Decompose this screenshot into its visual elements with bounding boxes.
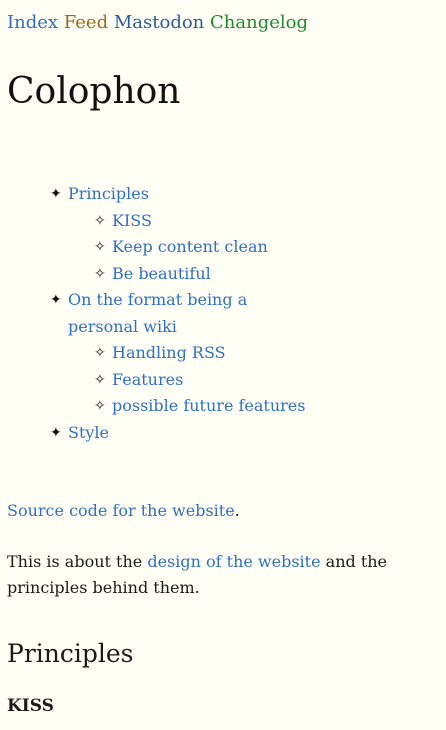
source-period: . xyxy=(234,501,240,520)
toc-list: ✦ Principles ✧ KISS ✧ Keep content clean… xyxy=(50,181,380,446)
intro-text-before: This is about the xyxy=(7,552,148,571)
nav-link-changelog[interactable]: Changelog xyxy=(210,12,308,33)
toc-link-principles[interactable]: Principles xyxy=(68,184,149,203)
star-outline-bullet-icon: ✧ xyxy=(94,371,106,388)
toc-sublist-format: ✧ Handling RSS ✧ Features ✧ possible fut… xyxy=(94,340,380,420)
source-code-link[interactable]: Source code for the website xyxy=(7,501,235,520)
toc-link-format-personal-wiki[interactable]: On the format being a personal wiki xyxy=(68,287,258,340)
toc-item-principles: ✦ Principles ✧ KISS ✧ Keep content clean… xyxy=(50,181,380,287)
source-paragraph: Source code for the website. xyxy=(7,498,407,524)
top-nav: Index Feed Mastodon Changelog xyxy=(7,11,308,35)
page: Index Feed Mastodon Changelog Colophon ✦… xyxy=(0,0,446,730)
toc-link-handling-rss[interactable]: Handling RSS xyxy=(112,343,226,362)
toc-link-keep-content-clean[interactable]: Keep content clean xyxy=(112,237,268,256)
table-of-contents: ✦ Principles ✧ KISS ✧ Keep content clean… xyxy=(50,181,380,446)
toc-subitem: ✧ KISS xyxy=(94,208,380,235)
star-bullet-icon: ✦ xyxy=(50,186,62,202)
page-title: Colophon xyxy=(7,71,181,112)
toc-link-features[interactable]: Features xyxy=(112,370,183,389)
subsection-heading-kiss: KISS xyxy=(7,696,54,716)
nav-link-index[interactable]: Index xyxy=(7,12,58,33)
toc-link-possible-future-features[interactable]: possible future features xyxy=(112,396,305,415)
toc-link-be-beautiful[interactable]: Be beautiful xyxy=(112,264,211,283)
design-link[interactable]: design of the website xyxy=(147,552,320,571)
star-outline-bullet-icon: ✧ xyxy=(94,345,106,361)
star-bullet-icon: ✦ xyxy=(50,424,62,441)
toc-link-kiss[interactable]: KISS xyxy=(112,211,152,230)
nav-link-feed[interactable]: Feed xyxy=(64,12,108,33)
star-outline-bullet-icon: ✧ xyxy=(94,212,106,229)
toc-sublist-principles: ✧ KISS ✧ Keep content clean ✧ Be beautif… xyxy=(94,208,380,288)
star-outline-bullet-icon: ✧ xyxy=(94,239,106,255)
section-heading-principles: Principles xyxy=(7,639,134,668)
toc-link-style[interactable]: Style xyxy=(68,423,109,442)
star-bullet-icon: ✦ xyxy=(50,292,62,308)
toc-item-format: ✦ On the format being a personal wiki ✧ … xyxy=(50,287,380,420)
star-outline-bullet-icon: ✧ xyxy=(94,398,106,414)
nav-link-mastodon[interactable]: Mastodon xyxy=(114,12,204,33)
toc-subitem: ✧ Features xyxy=(94,367,380,394)
toc-subitem: ✧ Keep content clean xyxy=(94,234,380,261)
toc-item-style: ✦ Style xyxy=(50,420,380,447)
intro-paragraph: This is about the design of the website … xyxy=(7,549,407,601)
star-outline-bullet-icon: ✧ xyxy=(94,265,106,282)
toc-subitem: ✧ Be beautiful xyxy=(94,261,380,288)
toc-subitem: ✧ possible future features xyxy=(94,393,380,420)
toc-subitem: ✧ Handling RSS xyxy=(94,340,380,367)
